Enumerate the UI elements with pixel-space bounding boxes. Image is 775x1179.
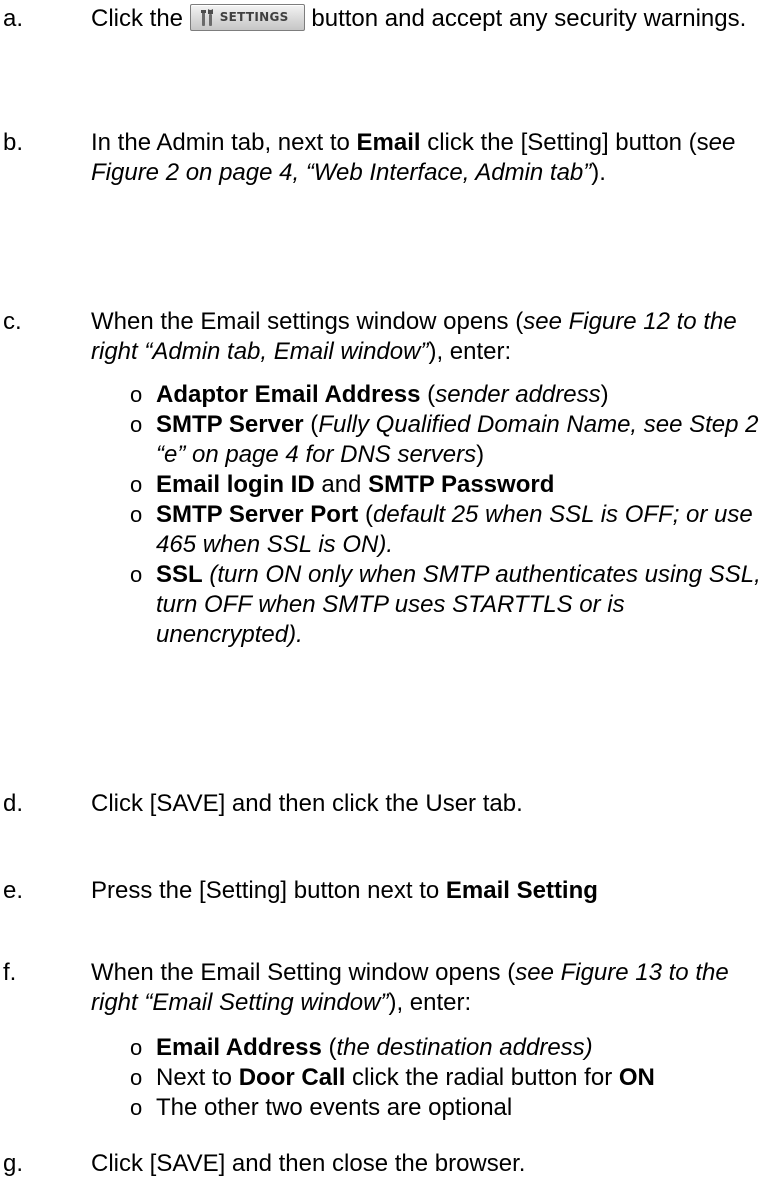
bold-term: Adaptor Email Address [156,381,421,408]
step-letter: d. [3,790,24,817]
text-run: Click [SAVE] and then click the User tab… [91,790,523,817]
bullet-icon: o [130,412,143,437]
settings-tools-icon [200,8,213,26]
text-run: The other two events are optional [156,1094,513,1121]
text-run: Click the [91,5,190,32]
bullet-icon: o [130,562,143,587]
step-text: Click [SAVE] and then close the browser. [91,1149,771,1179]
step-letter: e. [3,877,24,904]
text-run: ( [303,411,319,438]
text-run: When the Email settings window opens ( [91,308,524,335]
bold-term: Email [356,129,421,156]
bold-term: SMTP Password [368,471,555,498]
sub-item-text: Email login ID and SMTP Password [156,470,774,500]
settings-button-label: SETTINGS [219,9,289,24]
text-run: Next to [156,1064,239,1091]
step-letter: c. [3,308,22,335]
text-run: Click [SAVE] and then close the browser. [91,1150,526,1177]
bold-term: Door Call [238,1064,346,1091]
bullet-icon: o [130,1095,143,1120]
text-run: ), enter: [428,338,512,365]
text-run: Press the [Setting] button next to [91,877,446,904]
italic-note: the destination address) [336,1034,593,1061]
text-run: In the Admin tab, next to [91,129,357,156]
bullet-icon: o [130,502,143,527]
italic-note: sender address [435,381,601,408]
step-text: Click the SETTINGS button and accept any… [91,3,771,34]
settings-button[interactable]: SETTINGS [189,3,305,31]
sub-item-text: SMTP Server (Fully Qualified Domain Name… [156,410,774,470]
step-text: In the Admin tab, next to Email click th… [91,128,771,188]
sub-item-text: SMTP Server Port (default 25 when SSL is… [156,500,774,560]
sub-item-text: Next to Door Call click the radial butto… [156,1063,774,1093]
text-run: ). [591,159,606,186]
bullet-icon: o [130,382,143,407]
text-run: ( [321,1034,337,1061]
text-run: ( [420,381,436,408]
bold-term: Email Address [156,1034,322,1061]
bold-term: ON [618,1064,655,1091]
text-run: click the [Setting] button (s [420,129,709,156]
italic-note: (turn ON only when SMTP authenticates us… [156,561,761,648]
step-letter: a. [3,5,24,32]
step-letter: b. [3,129,24,156]
sub-item-text: Email Address (the destination address) [156,1033,774,1063]
bold-term: Email Setting [445,877,598,904]
step-text: Click [SAVE] and then click the User tab… [91,789,771,819]
step-letter: f. [3,959,17,986]
sub-item-text: The other two events are optional [156,1093,774,1123]
sub-item-text: SSL (turn ON only when SMTP authenticate… [156,560,774,650]
bullet-icon: o [130,1035,143,1060]
bold-term: SMTP Server [156,411,304,438]
step-text: Press the [Setting] button next to Email… [91,876,771,906]
step-letter: g. [3,1150,24,1177]
bold-term: SMTP Server Port [156,501,359,528]
step-text: When the Email Setting window opens (see… [91,958,771,1018]
text-run: ) [600,381,609,408]
text-run: ), enter: [388,989,472,1016]
text-run: ( [358,501,373,528]
bold-term: SSL [156,561,203,588]
bullet-icon: o [130,472,143,497]
text-run: button and accept any security warnings. [304,5,747,32]
step-text: When the Email settings window opens (se… [91,307,771,367]
text-run: ) [476,441,485,468]
text-run: click the radial button for [345,1064,619,1091]
bullet-icon: o [130,1065,143,1090]
text-run: When the Email Setting window opens ( [91,959,516,986]
sub-item-text: Adaptor Email Address (sender address) [156,380,774,410]
bold-term: Email login ID [156,471,315,498]
text-run: and [314,471,369,498]
